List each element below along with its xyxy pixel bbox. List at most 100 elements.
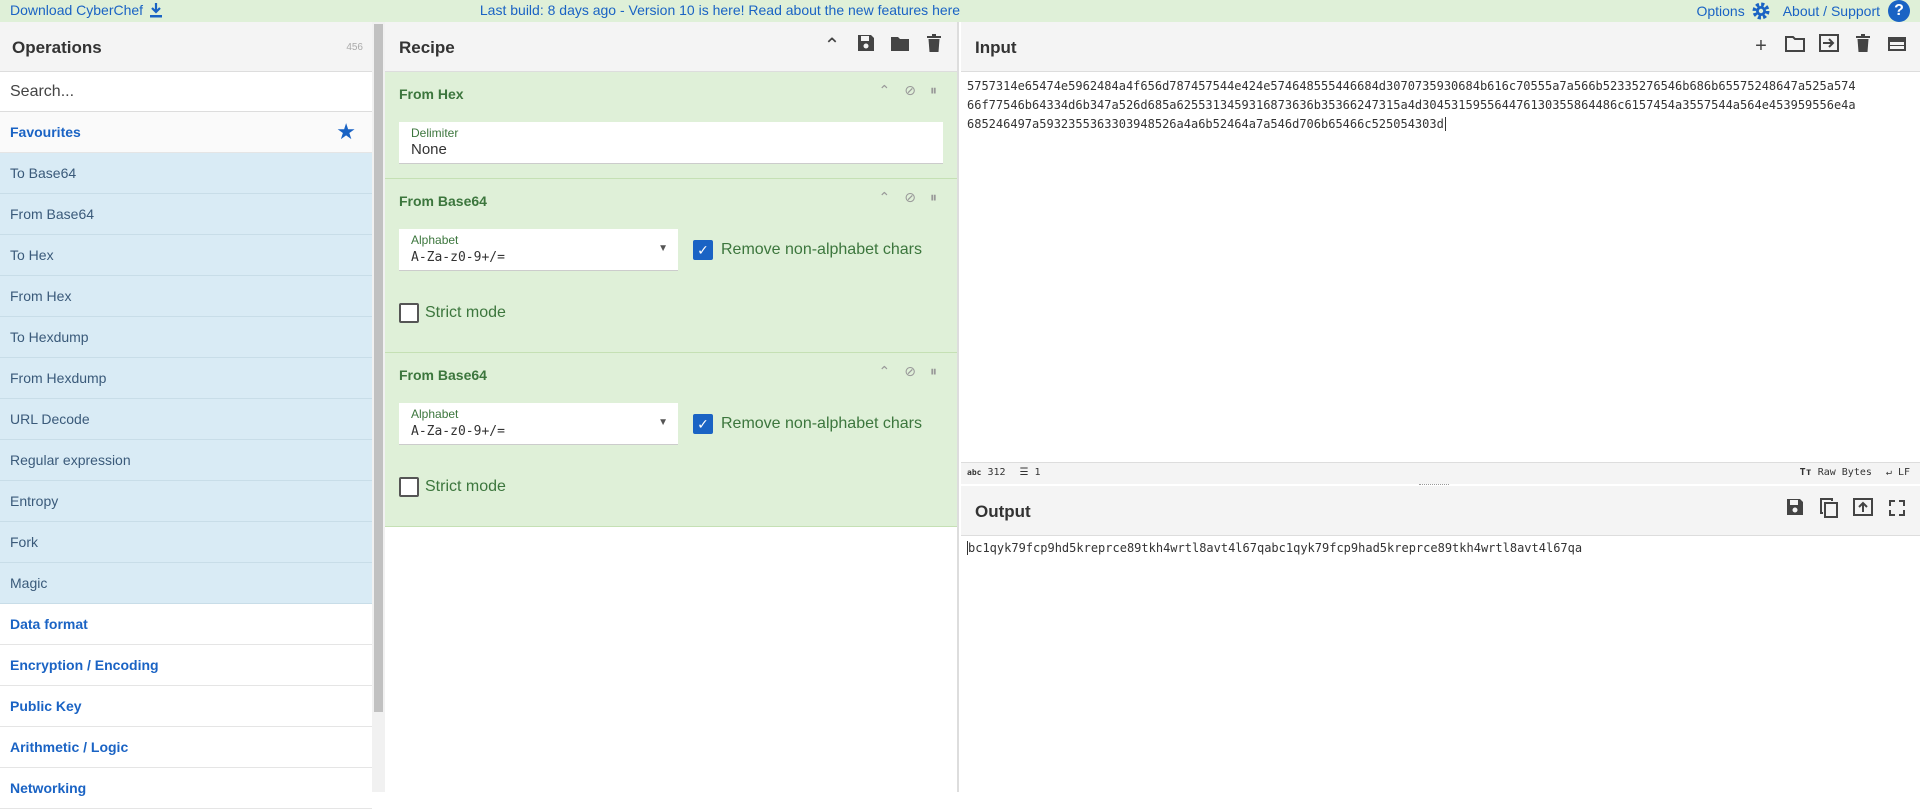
recipe-step-from-base64: From Base64 ⌃ ⊘ ⏸ Alphabet A-Za-z0-9+/= …	[385, 353, 957, 527]
alphabet-select[interactable]: Alphabet A-Za-z0-9+/= ▼	[399, 229, 678, 271]
operations-scrollbar[interactable]	[372, 22, 385, 792]
category-favourites[interactable]: Favourites ★	[0, 112, 372, 153]
layout-icon[interactable]	[1886, 34, 1908, 58]
save-icon[interactable]	[855, 34, 877, 58]
load-file-icon[interactable]	[1818, 34, 1840, 58]
about-link[interactable]: About / Support ?	[1783, 0, 1910, 22]
category-arithmetic-logic[interactable]: Arithmetic / Logic	[0, 727, 372, 768]
search-box	[0, 72, 372, 112]
options-link[interactable]: Options	[1696, 1, 1770, 21]
output-text: bc1qyk79fcp9hd5kreprce89tkh4wrtl8avt4l67…	[968, 541, 1583, 555]
input-line: 66f77546b64334d6b347a526d685a62553134593…	[967, 98, 1856, 112]
chevron-up-icon[interactable]: ⌃	[879, 82, 891, 99]
favourites-label: Favourites	[10, 124, 81, 140]
remove-non-alphabet-label: Remove non-alphabet chars	[721, 415, 923, 432]
operation-item[interactable]: To Hexdump	[0, 317, 372, 358]
operation-item[interactable]: Fork	[0, 522, 372, 563]
input-header: Input +	[961, 22, 1920, 72]
plus-icon[interactable]: +	[1750, 34, 1772, 58]
operation-item[interactable]: URL Decode	[0, 399, 372, 440]
lines-indicator: ☰ 1	[1020, 467, 1041, 478]
chevron-up-icon[interactable]: ⌃	[879, 363, 891, 380]
pause-icon[interactable]: ⏸	[930, 363, 937, 380]
category-encryption-encoding[interactable]: Encryption / Encoding	[0, 645, 372, 686]
length-value: 312	[987, 467, 1006, 478]
field-label: Delimiter	[411, 126, 459, 140]
output-title: Output	[975, 502, 1031, 521]
operation-item[interactable]: To Base64	[0, 153, 372, 194]
return-icon: ↵	[1885, 467, 1892, 478]
save-icon[interactable]	[1784, 498, 1806, 524]
build-notice[interactable]: Last build: 8 days ago - Version 10 is h…	[0, 2, 1440, 18]
operation-item[interactable]: Regular expression	[0, 440, 372, 481]
lines-icon: ☰	[1019, 467, 1029, 478]
operations-header: Operations 456	[0, 22, 385, 72]
operation-item[interactable]: From Hex	[0, 276, 372, 317]
operations-count: 456	[346, 42, 363, 53]
encoding-value: Raw Bytes	[1817, 467, 1872, 478]
remove-non-alphabet-label: Remove non-alphabet chars	[721, 241, 923, 258]
input-line-text: 685246497a5932355363303948526a4a6b52464a…	[967, 117, 1444, 131]
length-icon: abc	[967, 468, 982, 477]
input-title: Input	[975, 38, 1017, 57]
maximize-icon[interactable]	[1886, 498, 1908, 524]
lines-value: 1	[1034, 467, 1041, 478]
strict-mode-checkbox[interactable]	[399, 303, 419, 323]
operation-item[interactable]: From Base64	[0, 194, 372, 235]
scrollbar-thumb[interactable]	[374, 24, 383, 712]
operation-item[interactable]: Entropy	[0, 481, 372, 522]
help-icon: ?	[1888, 0, 1910, 22]
eol-selector[interactable]: ↵ LF	[1886, 467, 1910, 478]
disable-icon[interactable]: ⊘	[904, 82, 916, 99]
replace-input-icon[interactable]	[1852, 498, 1874, 524]
step-name: From Hex	[399, 86, 464, 102]
step-name: From Base64	[399, 193, 487, 209]
copy-icon[interactable]	[1818, 498, 1840, 524]
input-output-pane: Input + 5757314e65474e5962484a4f656d7874…	[961, 22, 1920, 792]
strict-mode-label: Strict mode	[425, 304, 506, 321]
text-cursor	[1444, 117, 1446, 131]
recipe-title: Recipe	[399, 38, 455, 57]
chevron-up-icon[interactable]: ⌃	[879, 189, 891, 206]
disable-icon[interactable]: ⊘	[904, 189, 916, 206]
operation-item[interactable]: To Hex	[0, 235, 372, 276]
field-value: None	[411, 141, 447, 158]
strict-mode-checkbox[interactable]	[399, 477, 419, 497]
alphabet-select[interactable]: Alphabet A-Za-z0-9+/= ▼	[399, 403, 678, 445]
output-header: Output	[961, 486, 1920, 536]
encoding-selector[interactable]: Tт Raw Bytes	[1800, 467, 1872, 478]
folder-icon[interactable]	[1784, 34, 1806, 58]
text-icon: Tт	[1799, 467, 1812, 478]
chevron-up-icon[interactable]: ⌃	[821, 34, 843, 58]
delimiter-field[interactable]: Delimiter None	[399, 122, 943, 164]
output-textarea[interactable]: bc1qyk79fcp9hd5kreprce89tkh4wrtl8avt4l67…	[967, 539, 1917, 558]
category-public-key[interactable]: Public Key	[0, 686, 372, 727]
about-label: About / Support	[1782, 3, 1880, 19]
trash-icon[interactable]	[923, 34, 945, 58]
field-value: A-Za-z0-9+/=	[411, 250, 505, 265]
field-label: Alphabet	[411, 407, 459, 421]
pause-icon[interactable]: ⏸	[930, 82, 937, 99]
recipe-step-from-base64: From Base64 ⌃ ⊘ ⏸ Alphabet A-Za-z0-9+/= …	[385, 179, 957, 353]
operations-list: Favourites ★ To Base64 From Base64 To He…	[0, 112, 372, 809]
strict-mode-label: Strict mode	[425, 478, 506, 495]
pause-icon[interactable]: ⏸	[930, 189, 937, 206]
recipe-header: Recipe ⌃	[385, 22, 957, 72]
disable-icon[interactable]: ⊘	[904, 363, 916, 380]
trash-icon[interactable]	[1852, 34, 1874, 58]
search-input[interactable]	[0, 72, 372, 111]
remove-non-alphabet-checkbox[interactable]: ✓	[693, 414, 713, 434]
operation-item[interactable]: Magic	[0, 563, 372, 604]
operation-item[interactable]: From Hexdump	[0, 358, 372, 399]
remove-non-alphabet-checkbox[interactable]: ✓	[693, 240, 713, 260]
category-data-format[interactable]: Data format	[0, 604, 372, 645]
star-icon[interactable]: ★	[336, 121, 356, 143]
caret-down-icon: ▼	[658, 417, 668, 428]
operations-title: Operations	[12, 38, 102, 57]
operations-pane: Operations 456 Favourites ★ To Base64 Fr…	[0, 22, 385, 809]
gear-icon	[1752, 2, 1770, 20]
folder-icon[interactable]	[889, 34, 911, 58]
category-networking[interactable]: Networking	[0, 768, 372, 809]
eol-value: LF	[1897, 467, 1910, 478]
input-textarea[interactable]: 5757314e65474e5962484a4f656d787457544e42…	[967, 77, 1917, 134]
